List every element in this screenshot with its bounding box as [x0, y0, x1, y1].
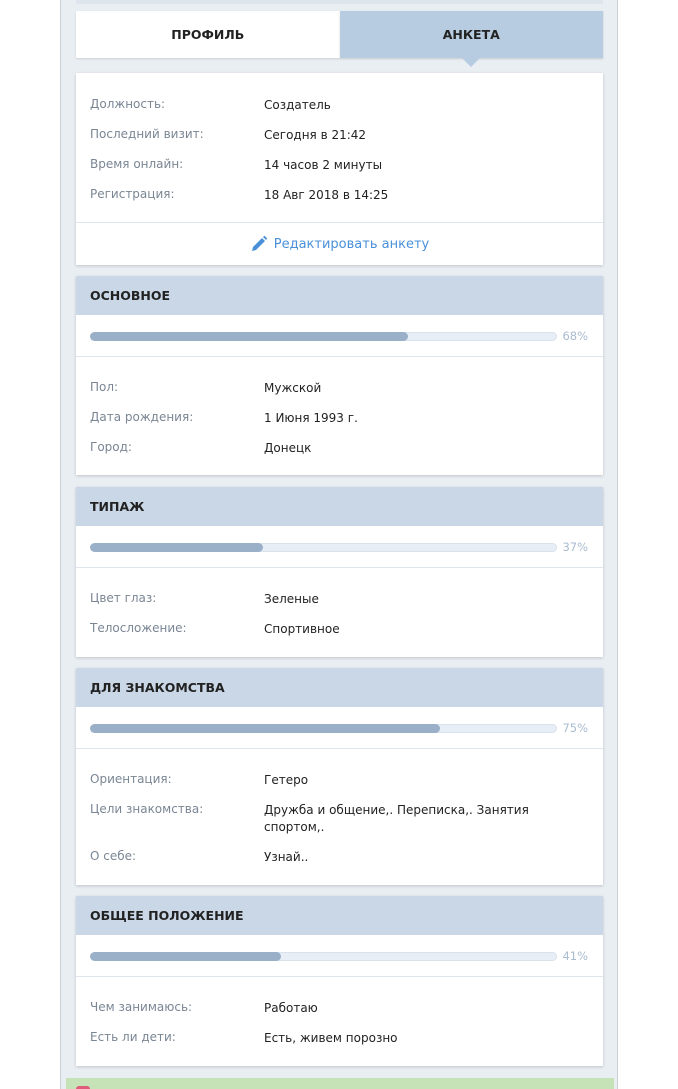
tab-profile[interactable]: ПРОФИЛЬ [76, 11, 340, 58]
info-row: Город: Донецк [76, 440, 603, 470]
row-value: 14 часов 2 минуты [264, 158, 383, 172]
info-row: Цели знакомства: Дружба и общение,. Пере… [76, 802, 603, 849]
row-label: Должность: [90, 97, 166, 111]
row-label: Чем занимаюсь: [90, 1000, 193, 1014]
tab-bar: ПРОФИЛЬ АНКЕТА [76, 11, 603, 67]
summary-row: Время онлайн: 14 часов 2 минуты [76, 157, 603, 187]
progress-fill [90, 724, 441, 733]
tab-anketa[interactable]: АНКЕТА [339, 11, 603, 67]
row-value: Мужской [264, 381, 322, 395]
section-rows: Чем занимаюсь: Работаю Есть ли дети: Ест… [76, 977, 603, 1060]
progress-bar: 41% [76, 935, 603, 977]
tab-anketa-label: АНКЕТА [442, 27, 500, 42]
row-label: Цвет глаз: [90, 591, 157, 605]
section-title-text: ДЛЯ ЗНАКОМСТВА [90, 680, 225, 695]
row-value: Дружба и общение,. Переписка,. Занятия с… [264, 803, 529, 834]
row-label: Пол: [90, 380, 119, 394]
summary-row: Должность: Создатель [76, 97, 603, 127]
progress-percent: 75% [562, 721, 588, 735]
row-label: Дата рождения: [90, 410, 194, 424]
section-rows: Цвет глаз: Зеленые Телосложение: Спортив… [76, 568, 603, 651]
summary-card: Должность: Создатель Последний визит: Се… [76, 73, 603, 265]
progress-percent: 41% [562, 949, 588, 963]
row-value: Спортивное [264, 622, 340, 636]
row-value: Гетеро [264, 773, 309, 787]
notification-strip[interactable] [66, 1078, 614, 1089]
section-rows: Пол: Мужской Дата рождения: 1 Июня 1993 … [76, 357, 603, 470]
progress-fill [90, 332, 408, 341]
row-value: Узнай.. [264, 850, 309, 864]
section-basic: ОСНОВНОЕ 68% Пол: Мужской Дата рождения:… [76, 276, 603, 475]
section-title: ДЛЯ ЗНАКОМСТВА [76, 668, 603, 707]
progress-track [90, 724, 557, 733]
info-row: Есть ли дети: Есть, живем порозно [76, 1030, 603, 1060]
info-row: Пол: Мужской [76, 380, 603, 410]
row-value: 1 Июня 1993 г. [264, 411, 358, 425]
row-label: О себе: [90, 849, 137, 863]
edit-profile-button[interactable]: Редактировать анкету [76, 222, 603, 265]
row-value: Создатель [264, 98, 331, 112]
progress-bar: 75% [76, 707, 603, 749]
row-value: Зеленые [264, 592, 319, 606]
progress-track [90, 332, 557, 341]
row-label: Регистрация: [90, 187, 175, 201]
tab-profile-label: ПРОФИЛЬ [171, 27, 245, 42]
summary-row: Последний визит: Сегодня в 21:42 [76, 127, 603, 157]
progress-fill [90, 952, 282, 961]
info-row: Дата рождения: 1 Июня 1993 г. [76, 410, 603, 440]
progress-fill [90, 543, 263, 552]
section-title-text: ОБЩЕЕ ПОЛОЖЕНИЕ [90, 908, 244, 923]
section-rows: Ориентация: Гетеро Цели знакомства: Друж… [76, 749, 603, 879]
info-row: Чем занимаюсь: Работаю [76, 1000, 603, 1030]
section-title: ТИПАЖ [76, 487, 603, 526]
section-appearance: ТИПАЖ 37% Цвет глаз: Зеленые Телосложени… [76, 487, 603, 657]
row-label: Ориентация: [90, 772, 172, 786]
row-label: Время онлайн: [90, 157, 184, 171]
info-row: О себе: Узнай.. [76, 849, 603, 879]
row-value: Сегодня в 21:42 [264, 128, 367, 142]
row-label: Последний визит: [90, 127, 204, 141]
top-divider [76, 0, 603, 4]
info-row: Цвет глаз: Зеленые [76, 591, 603, 621]
section-title: ОСНОВНОЕ [76, 276, 603, 315]
progress-percent: 37% [562, 540, 588, 554]
row-value: Донецк [264, 441, 312, 455]
row-value: Работаю [264, 1001, 318, 1015]
row-label: Город: [90, 440, 132, 454]
progress-percent: 68% [562, 329, 588, 343]
row-label: Телосложение: [90, 621, 187, 635]
section-title-text: ОСНОВНОЕ [90, 288, 171, 303]
pencil-icon [251, 235, 267, 251]
section-title-text: ТИПАЖ [90, 499, 145, 514]
row-value: 18 Авг 2018 в 14:25 [264, 188, 389, 202]
row-label: Цели знакомства: [90, 802, 204, 816]
progress-track [90, 952, 557, 961]
progress-track [90, 543, 557, 552]
progress-bar: 68% [76, 315, 603, 357]
edit-profile-label: Редактировать анкету [273, 236, 430, 252]
section-dating: ДЛЯ ЗНАКОМСТВА 75% Ориентация: Гетеро Це… [76, 668, 603, 885]
info-row: Телосложение: Спортивное [76, 621, 603, 651]
content-frame: ПРОФИЛЬ АНКЕТА Должность: Создатель Посл… [60, 0, 618, 1089]
row-value: Есть, живем порозно [264, 1031, 398, 1045]
active-tab-pointer [462, 58, 481, 67]
summary-row: Регистрация: 18 Авг 2018 в 14:25 [76, 187, 603, 217]
progress-bar: 37% [76, 526, 603, 568]
info-row: Ориентация: Гетеро [76, 772, 603, 802]
section-general: ОБЩЕЕ ПОЛОЖЕНИЕ 41% Чем занимаюсь: Работ… [76, 896, 603, 1066]
row-label: Есть ли дети: [90, 1030, 176, 1044]
section-title: ОБЩЕЕ ПОЛОЖЕНИЕ [76, 896, 603, 935]
